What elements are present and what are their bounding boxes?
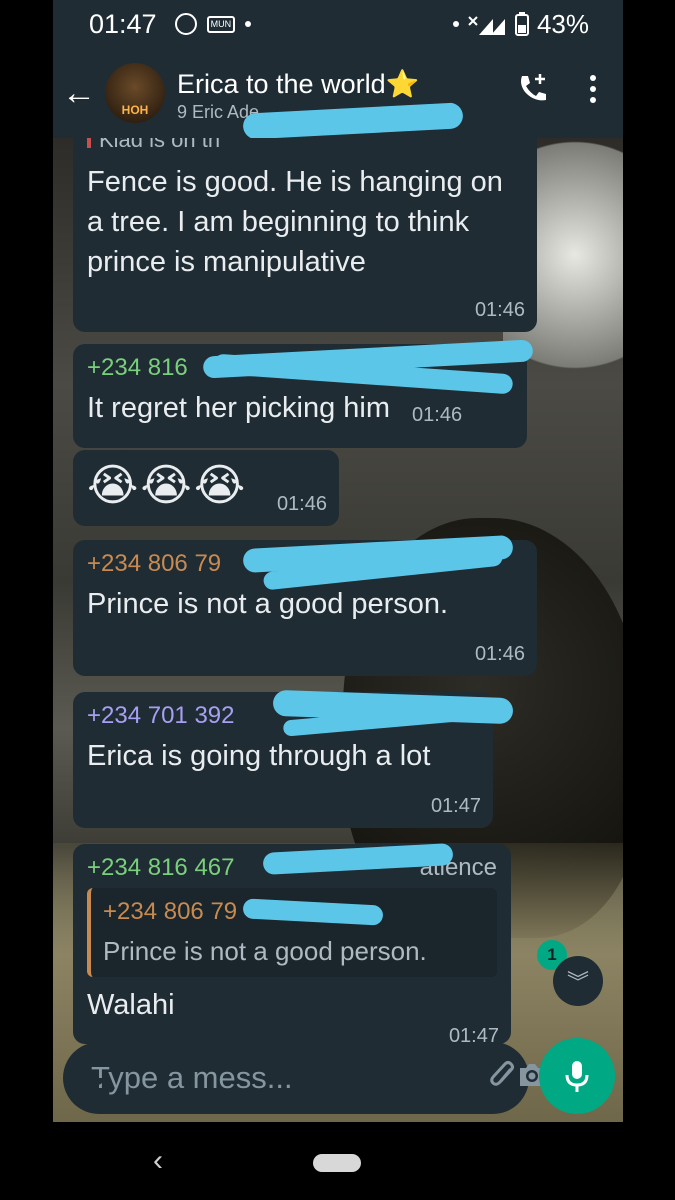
message-bubble[interactable]: 😭😭😭 01:46 [73, 450, 339, 526]
sender-number: +234 816 467 [87, 854, 235, 881]
double-chevron-down-icon: ︾ [566, 970, 589, 995]
group-title: Erica to the world⭐ [177, 69, 420, 99]
system-icons: 43% [452, 8, 589, 40]
message-bubble[interactable]: +234 816 467 atience +234 806 79 Prince … [73, 844, 511, 1047]
message-text: Erica is going through a lot [87, 740, 431, 772]
add-call-icon[interactable] [503, 72, 563, 114]
battery-icon [514, 12, 529, 36]
message-partial-text: Kiad is on th [87, 138, 523, 148]
group-avatar[interactable]: HOH [105, 63, 165, 123]
status-bar: 01:47 MUN 43% [53, 0, 623, 48]
whatsapp-icon [174, 13, 197, 35]
battery-percent: 43% [536, 8, 589, 39]
message-input[interactable] [91, 1060, 490, 1096]
microphone-icon [565, 1061, 589, 1092]
avatar-label: HOH [121, 103, 149, 117]
microphone-button[interactable] [539, 1038, 615, 1114]
back-arrow-icon[interactable]: ← [53, 74, 105, 113]
message-time: 01:46 [276, 493, 327, 515]
message-text: Fence is good. He is hanging on a tree. … [87, 166, 503, 278]
nav-home-pill[interactable] [313, 1154, 361, 1172]
message-bubble[interactable]: Kiad is on th Fence is good. He is hangi… [73, 138, 537, 332]
system-nav-bar: ‹ [53, 1122, 623, 1200]
notification-icons: MUN [174, 13, 252, 35]
notification-dot-icon [245, 21, 252, 27]
quoted-text: Prince is not a good person. [103, 936, 427, 966]
message-body: It regret her picking him [87, 392, 391, 424]
status-time: 01:47 [89, 8, 157, 39]
scroll-down-button[interactable]: ︾ [553, 956, 603, 1006]
nav-back-icon[interactable]: ‹ [153, 1144, 163, 1178]
signal-icon [468, 16, 505, 35]
notification-dot-icon [452, 21, 459, 27]
message-time: 01:47 [430, 795, 481, 817]
message-time: 01:46 [474, 643, 525, 665]
message-emoji: 😭😭😭 [87, 461, 248, 510]
message-time: 01:46 [412, 404, 463, 426]
more-options-icon[interactable] [563, 74, 623, 112]
message-composer [63, 1042, 544, 1114]
message-time: 01:46 [474, 299, 525, 321]
chat-area[interactable]: Kiad is on th Fence is good. He is hangi… [53, 138, 623, 1123]
app-badge: MUN [206, 15, 236, 33]
message-text: It regret her picking him 01:46 [87, 388, 513, 435]
message-text: Walahi [87, 989, 175, 1021]
message-text: Prince is not a good person. [87, 588, 449, 620]
attach-icon[interactable] [490, 1060, 516, 1097]
phone-screen: 01:47 MUN 43% ← HOH Erica to the world⭐ … [53, 0, 623, 1200]
